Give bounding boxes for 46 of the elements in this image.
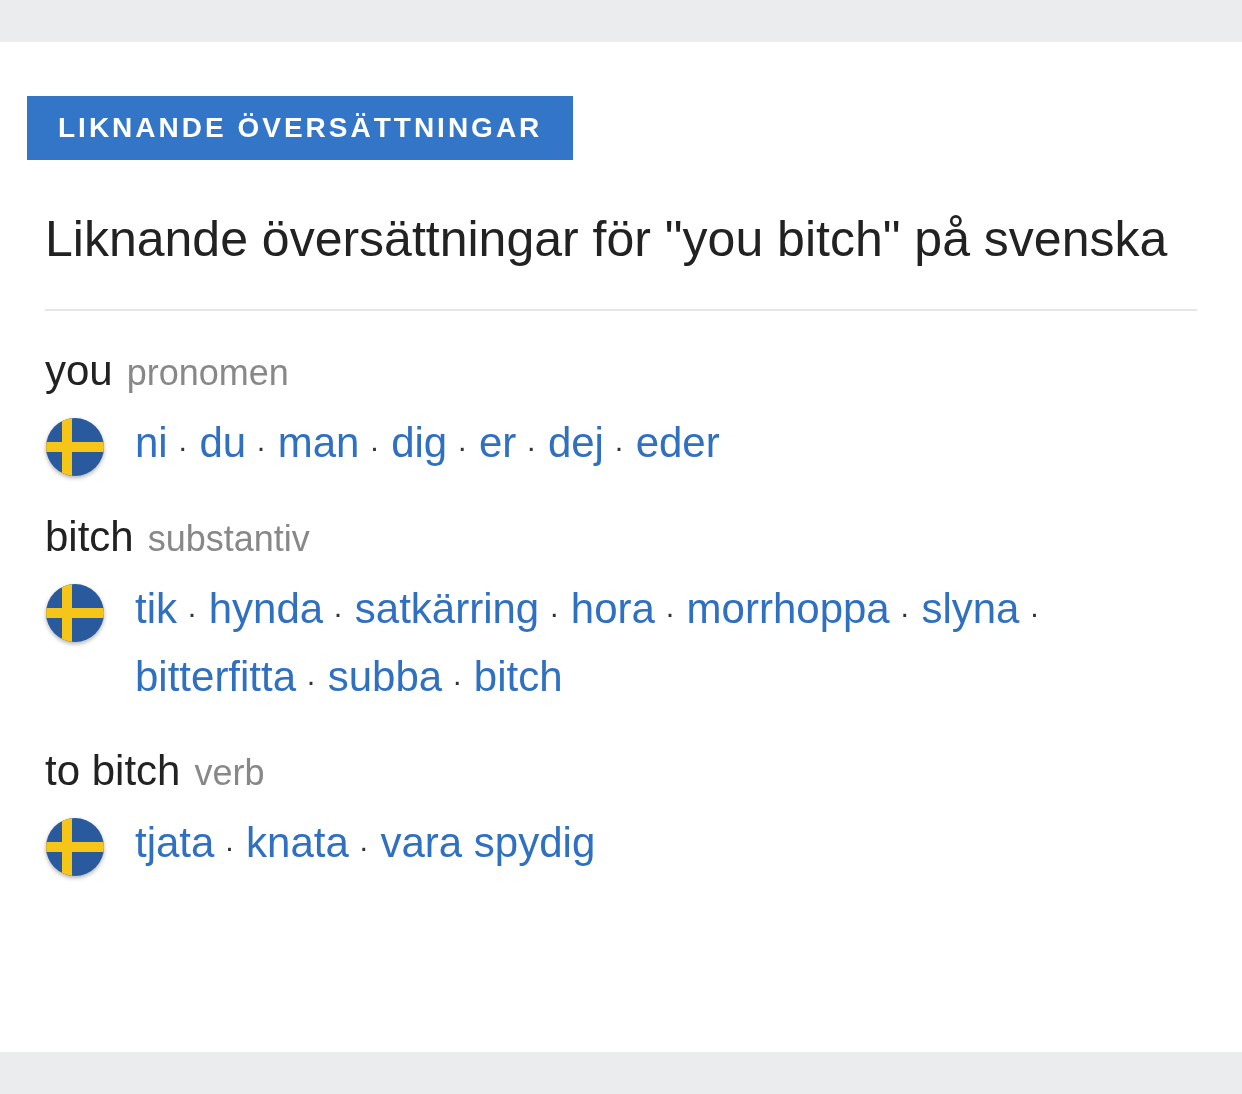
separator-dot: · [306, 664, 317, 697]
translation-link[interactable]: man [277, 419, 360, 466]
section-heading: Liknande översättningar för "you bitch" på svenska [45, 210, 1169, 269]
separator-dot: · [1029, 596, 1040, 629]
translation-link[interactable]: tik [135, 585, 177, 632]
translation-link[interactable]: slyna [921, 585, 1020, 632]
separator-dot: · [177, 430, 188, 463]
separator-dot: · [613, 430, 624, 463]
separator-dot: · [452, 664, 463, 697]
translation-link[interactable]: hora [570, 585, 655, 632]
separator-dot: · [358, 830, 369, 863]
separator-dot: · [526, 430, 537, 463]
translation-link[interactable]: knata [246, 819, 349, 866]
part-of-speech: substantiv [147, 518, 310, 560]
separator-dot: · [333, 596, 344, 629]
translation-link[interactable]: dej [547, 419, 604, 466]
translation-link[interactable]: hynda [208, 585, 324, 632]
source-term: you [45, 347, 113, 395]
separator-dot: · [187, 596, 197, 629]
translation-link[interactable]: dig [391, 419, 448, 466]
translation-link[interactable]: er [478, 419, 517, 466]
separator-dot: · [457, 430, 468, 463]
flag-icon [45, 817, 105, 877]
translation-link[interactable]: morrhoppa [686, 585, 890, 632]
translation-link[interactable]: ni [135, 419, 168, 466]
translation-link[interactable]: eder [635, 419, 720, 466]
translation-link[interactable]: subba [327, 653, 443, 700]
separator-dot: · [224, 830, 235, 863]
translation-link[interactable]: bitterfitta [135, 653, 297, 700]
separator-dot: · [899, 596, 910, 629]
part-of-speech: verb [194, 752, 265, 794]
translation-link[interactable]: bitch [473, 653, 563, 700]
separator-dot: · [256, 430, 267, 463]
translation-link[interactable]: tjata [135, 819, 215, 866]
section-badge: LIKNANDE ÖVERSÄTTNINGAR [27, 96, 574, 160]
separator-dot: · [549, 596, 560, 629]
source-term: to bitch [45, 747, 181, 795]
translation-link[interactable]: vara spydig [380, 819, 596, 866]
part-of-speech: pronomen [126, 352, 289, 394]
source-term: bitch [45, 513, 134, 561]
flag-icon [45, 417, 105, 477]
flag-icon [45, 583, 105, 643]
separator-dot: · [369, 430, 380, 463]
separator-dot: · [664, 596, 675, 629]
translation-link[interactable]: satkärring [354, 585, 540, 632]
translation-link[interactable]: du [199, 419, 247, 466]
